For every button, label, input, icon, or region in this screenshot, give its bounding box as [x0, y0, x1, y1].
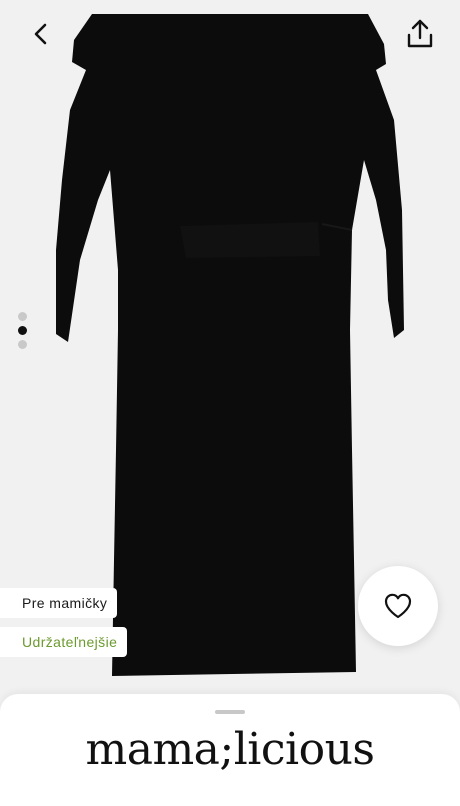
sustainable-tag: Udržateľnejšie: [0, 627, 128, 657]
wishlist-button[interactable]: [358, 566, 438, 646]
maternity-tag: Pre mamičky: [0, 588, 118, 618]
share-upload-icon: [407, 19, 433, 48]
image-pagination: [17, 312, 27, 349]
back-button[interactable]: [22, 14, 62, 54]
dress-body: [56, 14, 404, 676]
heart-outline-icon: [384, 593, 412, 619]
share-button[interactable]: [400, 14, 440, 54]
brand-logo[interactable]: mama;licious: [0, 724, 460, 776]
dress-belt-detail: [180, 222, 320, 258]
product-info-sheet[interactable]: mama;licious: [0, 694, 460, 806]
product-detail-screen: Pre mamičky Udržateľnejšie mama;licious: [0, 0, 460, 806]
pagination-dot-1[interactable]: [17, 312, 27, 321]
pagination-dot-2-active[interactable]: [17, 326, 27, 335]
sheet-drag-handle[interactable]: [215, 710, 245, 714]
chevron-left-icon: [34, 23, 47, 45]
pagination-dot-3[interactable]: [17, 340, 27, 349]
